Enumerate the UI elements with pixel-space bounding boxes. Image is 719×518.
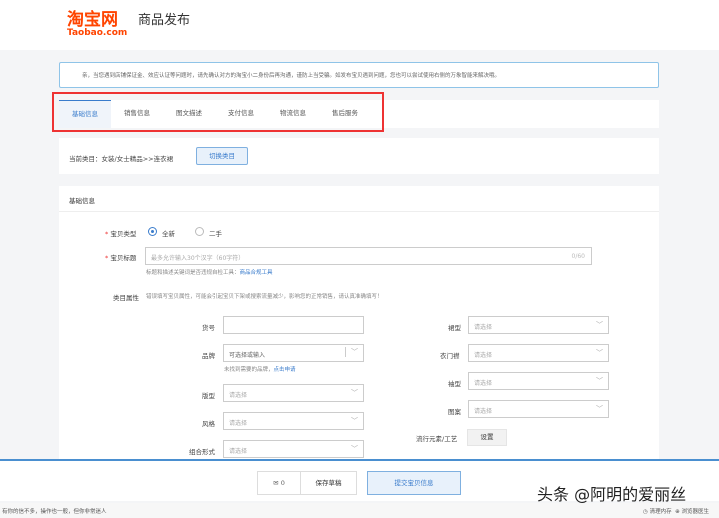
apply-brand-link[interactable]: 点击申请 <box>274 367 296 373</box>
brand-hint: 未找到需要的品牌，点击申请 <box>224 367 296 373</box>
browser-doctor-button[interactable]: ⊕ 浏览器医生 <box>675 509 709 515</box>
chevron-down-icon: ﹀ <box>351 445 358 453</box>
chevron-down-icon: ﹀ <box>596 377 603 385</box>
trend-set-button[interactable]: 设置 <box>467 429 507 446</box>
chevron-down-icon: ﹀ <box>351 417 358 425</box>
taobao-logo[interactable]: 淘宝网 Taobao.com <box>67 5 127 38</box>
clean-memory-button[interactable]: ◷ 清理内存 <box>643 509 672 515</box>
draft-count[interactable]: ✉ 0 <box>258 472 301 494</box>
combo-label: 组合形式 <box>189 448 215 456</box>
fit-label: 版型 <box>202 392 215 400</box>
logo-en: Taobao.com <box>67 28 128 38</box>
brand-combobox[interactable]: 可选择或输入 ﹀ <box>223 344 364 362</box>
save-draft-label[interactable]: 保存草稿 <box>301 472 356 494</box>
radio-used-label: 二手 <box>209 230 222 238</box>
item-no-label: 货号 <box>202 324 215 332</box>
chevron-down-icon: ﹀ <box>351 389 358 397</box>
title-input[interactable]: 最多允许输入30个汉字（60字符） 0/60 <box>145 247 592 265</box>
type-label: * 宝贝类型 <box>105 230 137 238</box>
category-bar: 当前类目：女装/女士精品>>连衣裙 切换类目 <box>59 138 659 174</box>
chevron-down-icon[interactable]: ﹀ <box>345 347 358 357</box>
sleeve-select[interactable]: 请选择 ﹀ <box>468 372 609 390</box>
brand-label: 品牌 <box>202 352 215 360</box>
title-hint: 标题和描述关键词是否违规自检工具：商品合规工具 <box>146 270 273 276</box>
title-char-count: 0/60 <box>571 253 585 260</box>
mail-icon: ✉ <box>273 479 279 487</box>
chevron-down-icon: ﹀ <box>596 405 603 413</box>
chevron-down-icon: ﹀ <box>596 349 603 357</box>
logo-cn: 淘宝网 <box>67 10 118 30</box>
page-title: 商品发布 <box>138 13 191 28</box>
watermark: 头条 @阿明的爱丽丝 <box>537 485 687 504</box>
current-category: 当前类目：女装/女士精品>>连衣裙 <box>69 155 174 163</box>
header: 淘宝网 Taobao.com 商品发布 <box>0 0 719 50</box>
placket-select[interactable]: 请选择 ﹀ <box>468 344 609 362</box>
skirt-label: 裙型 <box>448 324 461 332</box>
style-label: 风格 <box>202 420 215 428</box>
section-title: 基础信息 <box>59 186 659 212</box>
status-text: 有你的信不多，操作也一般，但你非常迷人 <box>2 509 107 515</box>
fit-select[interactable]: 请选择 ﹀ <box>223 384 364 402</box>
save-draft-button[interactable]: ✉ 0 保存草稿 <box>257 471 357 495</box>
style-select[interactable]: 请选择 ﹀ <box>223 412 364 430</box>
pattern-label: 图案 <box>448 408 461 416</box>
skirt-select[interactable]: 请选择 ﹀ <box>468 316 609 334</box>
item-no-input[interactable] <box>223 316 364 334</box>
chevron-down-icon: ﹀ <box>596 321 603 329</box>
browser-status-bar: 有你的信不多，操作也一般，但你非常迷人 ◷ 清理内存 ⊕ 浏览器医生 <box>0 503 719 518</box>
placket-label: 衣门襟 <box>440 352 460 360</box>
attr-hint: 错误填写宝贝属性，可能会引起宝贝下架或搜索流量减少，影响您的正常销售，请认真准确… <box>146 294 383 300</box>
switch-category-button[interactable]: 切换类目 <box>196 147 248 165</box>
trend-label: 流行元素/工艺 <box>416 435 458 443</box>
combo-select[interactable]: 请选择 ﹀ <box>223 440 364 458</box>
title-label: * 宝贝标题 <box>105 254 137 262</box>
notice-banner: 亲，当您遇到店铺保证金、效应认证等问题时，请先确认对方的淘宝小二身份后再沟通，谨… <box>59 62 659 88</box>
compliance-tool-link[interactable]: 商品合规工具 <box>240 270 273 276</box>
pattern-select[interactable]: 请选择 ﹀ <box>468 400 609 418</box>
submit-button[interactable]: 提交宝贝信息 <box>367 471 461 495</box>
radio-new-label: 全新 <box>162 230 175 238</box>
attr-label: 类目属性 <box>113 294 139 302</box>
sleeve-label: 袖型 <box>448 380 461 388</box>
radio-used[interactable] <box>195 227 204 236</box>
highlight-box <box>52 92 384 132</box>
radio-new[interactable] <box>148 227 157 236</box>
